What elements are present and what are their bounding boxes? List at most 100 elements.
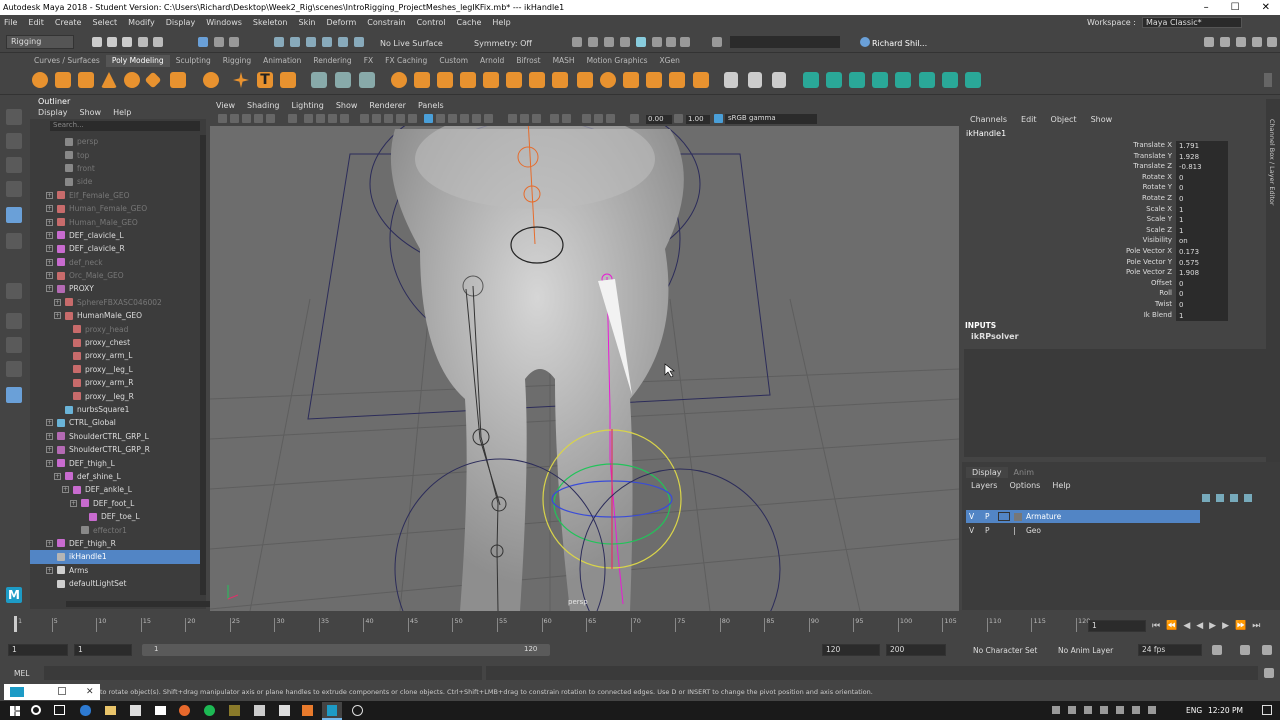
image-plane-icon[interactable] xyxy=(254,114,263,123)
channel-row[interactable]: Ik Blend 1 xyxy=(1122,310,1228,322)
channel-name[interactable]: Ik Blend xyxy=(1122,311,1176,322)
tray-icon-3[interactable] xyxy=(1084,706,1092,714)
outliner-menu-display[interactable]: Display xyxy=(38,108,68,119)
play-backward-icon[interactable]: ◀ xyxy=(1196,621,1203,631)
mel-input[interactable] xyxy=(44,666,482,680)
time-ruler[interactable]: 1 5 10 15 20 25 30 35 40 45 50 55 60 65 70 75 80 85 90 95 10… xyxy=(8,617,1090,634)
playback-start-field[interactable]: 1 xyxy=(74,644,132,656)
expand-icon[interactable]: + xyxy=(46,258,53,266)
outliner-item[interactable]: + DEF_thigh_R xyxy=(30,537,200,550)
layer-type-toggle[interactable] xyxy=(998,512,1010,521)
edge-browser-icon[interactable] xyxy=(80,705,91,716)
snap-grid-icon[interactable] xyxy=(274,37,284,47)
layer-menu-help[interactable]: Help xyxy=(1052,481,1070,490)
channel-value[interactable]: 1 xyxy=(1176,225,1228,237)
poly-disc-icon[interactable] xyxy=(170,72,186,88)
clock[interactable]: 12:20 PM xyxy=(1208,706,1243,715)
channel-name[interactable]: Visibility xyxy=(1122,236,1176,247)
resolution-gate-icon[interactable] xyxy=(328,114,337,123)
viewport-3d[interactable]: persp xyxy=(210,99,959,611)
step-back-frame-icon[interactable]: ◀ xyxy=(1183,621,1190,631)
outliner-item[interactable]: + DEF_ankle_L xyxy=(30,483,200,496)
channel-value[interactable]: 1.791 xyxy=(1176,141,1228,152)
outliner-item[interactable]: + Elf_Female_GEO xyxy=(30,189,200,202)
outliner-item[interactable]: + DEF_clavicle_L xyxy=(30,229,200,242)
extrude-icon[interactable] xyxy=(437,72,453,88)
ai-standard-icon[interactable] xyxy=(895,72,911,88)
fill-hole-icon[interactable] xyxy=(506,72,522,88)
select-component-icon[interactable] xyxy=(229,37,239,47)
safe-action-icon[interactable] xyxy=(562,114,571,123)
outliner-item[interactable]: side xyxy=(30,175,200,188)
mel-label[interactable]: MEL xyxy=(14,669,29,678)
menu-constrain[interactable]: Constrain xyxy=(367,18,405,27)
safe-title-icon[interactable] xyxy=(606,114,615,123)
language-indicator[interactable]: ENG xyxy=(1186,706,1202,715)
outliner-item[interactable]: + def_neck xyxy=(30,256,200,269)
app-icon[interactable] xyxy=(254,705,265,716)
network-icon[interactable] xyxy=(1132,706,1140,714)
shelf-options-icon[interactable] xyxy=(1264,73,1272,87)
channel-row[interactable]: Offset 0 xyxy=(1122,278,1228,290)
four-view-icon[interactable] xyxy=(6,337,22,353)
move-layer-up-icon[interactable] xyxy=(1202,494,1210,502)
film-gate-icon[interactable] xyxy=(316,114,325,123)
outliner-item[interactable]: proxy_head xyxy=(30,322,200,335)
make-live-icon[interactable] xyxy=(354,37,364,47)
vp-menu-panels[interactable]: Panels xyxy=(418,101,444,110)
channel-row[interactable]: Translate X 1.791 xyxy=(1122,141,1228,152)
anti-aliasing-icon[interactable] xyxy=(460,114,469,123)
render-settings-icon[interactable] xyxy=(620,37,630,47)
vp-menu-view[interactable]: View xyxy=(216,101,235,110)
file-explorer-icon[interactable] xyxy=(105,706,116,715)
camera-gate-icon[interactable] xyxy=(550,114,559,123)
bookmarks-icon[interactable] xyxy=(242,114,251,123)
auto-map-icon[interactable] xyxy=(772,72,786,88)
unfold-icon[interactable] xyxy=(942,72,958,88)
render-frame-icon[interactable] xyxy=(588,37,598,47)
menu-select[interactable]: Select xyxy=(92,18,117,27)
shelf-tab-motion-graphics[interactable]: Motion Graphics xyxy=(581,55,654,67)
motion-blur-icon[interactable] xyxy=(448,114,457,123)
layer-row-geo[interactable]: V P Geo xyxy=(966,524,1200,537)
app-orange-icon[interactable] xyxy=(302,705,313,716)
volume-icon[interactable] xyxy=(1148,706,1156,714)
symmetry-label[interactable]: Symmetry: Off xyxy=(474,39,532,48)
play-forward-icon[interactable]: ▶ xyxy=(1209,621,1216,631)
shelf-tab-curves[interactable]: Curves / Surfaces xyxy=(28,55,106,67)
snap-surface-icon[interactable] xyxy=(338,37,348,47)
shelf-tab-animation[interactable]: Animation xyxy=(257,55,307,67)
select-hierarchy-icon[interactable] xyxy=(198,37,208,47)
expand-icon[interactable]: + xyxy=(54,298,61,306)
xray-icon[interactable] xyxy=(484,114,493,123)
expand-icon[interactable]: + xyxy=(46,459,53,467)
far-clip-field[interactable]: 1.00 xyxy=(686,115,710,124)
render-view-icon[interactable] xyxy=(572,37,582,47)
channel-row[interactable]: Rotate X0 xyxy=(1122,172,1228,184)
cortana-icon[interactable] xyxy=(31,705,41,715)
outliner-item[interactable]: ikHandle1 xyxy=(30,550,200,564)
new-scene-icon[interactable] xyxy=(92,37,102,47)
outliner-item[interactable]: + HumanMale_GEO xyxy=(30,309,200,322)
phong-icon[interactable] xyxy=(872,72,888,88)
select-tool-icon[interactable] xyxy=(6,109,22,125)
mail-icon[interactable] xyxy=(155,706,166,715)
tray-icon-4[interactable] xyxy=(1100,706,1108,714)
tool-settings-icon[interactable] xyxy=(1236,37,1246,47)
channel-value[interactable]: on xyxy=(1176,236,1228,247)
step-forward-frame-icon[interactable]: ▶ xyxy=(1222,621,1229,631)
outliner-item[interactable]: defaultLightSet xyxy=(30,577,200,590)
lambert-icon[interactable] xyxy=(826,72,842,88)
range-bar[interactable]: 1 120 xyxy=(142,644,550,656)
ik-solver-input[interactable]: ikRPsolver xyxy=(971,332,1019,341)
smooth-shade-icon[interactable] xyxy=(372,114,381,123)
expand-icon[interactable]: + xyxy=(46,205,53,213)
outliner-horizontal-scrollbar[interactable] xyxy=(66,601,222,607)
xray-joints-icon[interactable] xyxy=(520,114,529,123)
expand-icon[interactable]: + xyxy=(46,191,53,199)
outliner-item[interactable]: + PROXY xyxy=(30,282,200,295)
channel-value[interactable]: 0 xyxy=(1176,183,1228,194)
shelf-tab-rigging[interactable]: Rigging xyxy=(217,55,257,67)
layer-visibility-toggle[interactable]: V xyxy=(966,512,978,521)
channel-value[interactable]: 0 xyxy=(1176,194,1228,205)
